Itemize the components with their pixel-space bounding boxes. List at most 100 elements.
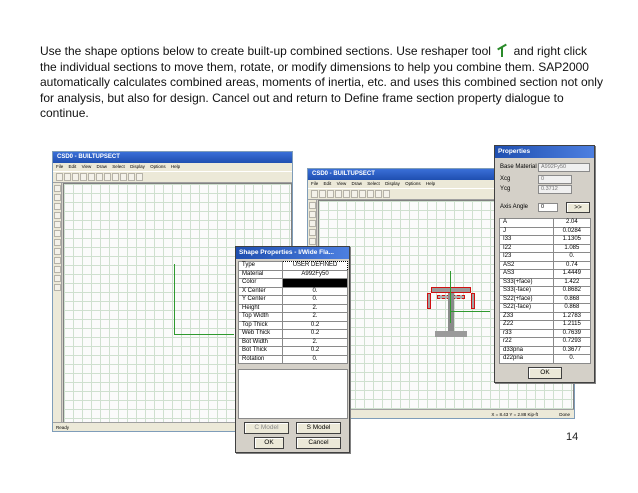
shape-prop-value[interactable]: 0. xyxy=(282,286,348,296)
section-prop-value[interactable]: 0.8682 xyxy=(552,286,592,296)
r-menu-options[interactable]: Options xyxy=(405,181,421,186)
r-menu-view[interactable]: View xyxy=(337,181,347,186)
refresh-icon[interactable] xyxy=(128,173,135,181)
draw-point-icon[interactable] xyxy=(54,248,61,255)
r-new-icon[interactable] xyxy=(311,190,318,198)
r-draw-poly-icon[interactable] xyxy=(309,229,316,236)
right-x-axis xyxy=(450,311,490,312)
r-open-icon[interactable] xyxy=(319,190,326,198)
smodel-button[interactable]: S Model xyxy=(296,422,341,434)
r-menu-display[interactable]: Display xyxy=(385,181,400,186)
section-prop-value[interactable]: 0.868 xyxy=(552,294,592,304)
r-menu-draw[interactable]: Draw xyxy=(352,181,363,186)
ok-button[interactable]: OK xyxy=(254,437,284,449)
draw-line-icon[interactable] xyxy=(54,230,61,237)
section-prop-value[interactable]: 0. xyxy=(552,252,592,262)
base-material-select[interactable]: A992Fy50 xyxy=(538,163,590,172)
open-icon[interactable] xyxy=(64,173,71,181)
select-all-icon[interactable] xyxy=(54,275,61,282)
r-menu-edit[interactable]: Edit xyxy=(324,181,332,186)
r-pointer-icon[interactable] xyxy=(309,202,316,209)
menu-select[interactable]: Select xyxy=(112,164,125,169)
section-prop-row: I23 0. xyxy=(499,252,592,262)
pointer-icon[interactable] xyxy=(54,185,61,192)
reshaper-icon[interactable] xyxy=(54,194,61,201)
snap-icon[interactable] xyxy=(54,266,61,273)
r-pan-icon[interactable] xyxy=(367,190,374,198)
shape-prop-value[interactable]: 0.2 xyxy=(282,320,348,330)
section-prop-value[interactable]: 0.3677 xyxy=(552,345,592,355)
shape-prop-color-swatch[interactable] xyxy=(282,278,348,288)
section-prop-value[interactable]: 2.04 xyxy=(552,218,592,228)
xcg-field[interactable]: 0 xyxy=(538,175,572,184)
r-draw-rect-icon[interactable] xyxy=(309,220,316,227)
save-icon[interactable] xyxy=(72,173,79,181)
section-prop-value[interactable]: 0. xyxy=(552,354,592,364)
r-menu-file[interactable]: File xyxy=(311,181,318,186)
draw-poly-icon[interactable] xyxy=(54,212,61,219)
section-prop-value[interactable]: 0.0284 xyxy=(552,226,592,236)
cmodel-button[interactable]: C Model xyxy=(244,422,289,434)
r-zoom-icon[interactable] xyxy=(343,190,350,198)
shape-prop-value[interactable]: 0.2 xyxy=(282,346,348,356)
left-status-ready: Ready xyxy=(56,425,70,430)
draw-rect-icon[interactable] xyxy=(54,203,61,210)
shape-prop-value[interactable]: 2. xyxy=(282,303,348,313)
r-undo-icon[interactable] xyxy=(335,190,342,198)
grid-icon[interactable] xyxy=(136,173,143,181)
menu-draw[interactable]: Draw xyxy=(97,164,108,169)
align-icon[interactable] xyxy=(54,257,61,264)
section-prop-value[interactable]: 1.422 xyxy=(552,277,592,287)
new-icon[interactable] xyxy=(56,173,63,181)
section-prop-value[interactable]: 0.74 xyxy=(552,260,592,270)
section-prop-value[interactable]: 1.2783 xyxy=(552,311,592,321)
section-prop-value[interactable]: 1.1305 xyxy=(552,235,592,245)
expand-button[interactable]: >> xyxy=(566,202,590,213)
shape-prop-value[interactable]: 2. xyxy=(282,337,348,347)
r-grid-icon[interactable] xyxy=(383,190,390,198)
shape-prop-value[interactable]: A992Fy50 xyxy=(282,269,348,279)
properties-ok-button[interactable]: OK xyxy=(528,367,562,379)
section-prop-value[interactable]: 0.868 xyxy=(552,303,592,313)
section-prop-value[interactable]: 1.085 xyxy=(552,243,592,253)
menu-help[interactable]: Help xyxy=(171,164,180,169)
shape-prop-value[interactable]: USER DEFINED xyxy=(282,261,348,271)
menu-display[interactable]: Display xyxy=(130,164,145,169)
shape-prop-value[interactable]: 2. xyxy=(282,312,348,322)
section-prop-value[interactable]: 1.4449 xyxy=(552,269,592,279)
shape-prop-value[interactable]: 0.2 xyxy=(282,329,348,339)
r-draw-circle-icon[interactable] xyxy=(309,238,316,245)
r-refresh-icon[interactable] xyxy=(375,190,382,198)
r-save-icon[interactable] xyxy=(327,190,334,198)
section-prop-value[interactable]: 0.7293 xyxy=(552,337,592,347)
menu-edit[interactable]: Edit xyxy=(69,164,77,169)
ycg-field[interactable]: 0.3712 xyxy=(538,185,572,194)
clear-icon[interactable] xyxy=(54,284,61,291)
menu-file[interactable]: File xyxy=(56,164,63,169)
r-zoom-out-icon[interactable] xyxy=(359,190,366,198)
section-prop-row: A 2.04 xyxy=(499,218,592,228)
reshaper-tool-icon xyxy=(495,45,509,57)
section-prop-value[interactable]: 0.7639 xyxy=(552,328,592,338)
shape-prop-value[interactable]: 0. xyxy=(282,295,348,305)
r-menu-select[interactable]: Select xyxy=(367,181,380,186)
zoom-window-icon[interactable] xyxy=(96,173,103,181)
r-zoom-in-icon[interactable] xyxy=(351,190,358,198)
pan-icon[interactable] xyxy=(120,173,127,181)
i-section-shape[interactable] xyxy=(427,287,475,337)
zoom-out-icon[interactable] xyxy=(112,173,119,181)
redo-icon[interactable] xyxy=(88,173,95,181)
r-reshaper-icon[interactable] xyxy=(309,211,316,218)
r-menu-help[interactable]: Help xyxy=(426,181,435,186)
axis-angle-field[interactable]: 0 xyxy=(538,203,558,212)
undo-icon[interactable] xyxy=(80,173,87,181)
menu-view[interactable]: View xyxy=(82,164,92,169)
menu-options[interactable]: Options xyxy=(150,164,166,169)
zoom-in-icon[interactable] xyxy=(104,173,111,181)
section-prop-value[interactable]: 1.2115 xyxy=(552,320,592,330)
shape-prop-value[interactable]: 0. xyxy=(282,354,348,364)
cancel-button[interactable]: Cancel xyxy=(296,437,341,449)
draw-circle-icon[interactable] xyxy=(54,221,61,228)
draw-rebar-icon[interactable] xyxy=(54,239,61,246)
shape-prop-label: Bot Width xyxy=(237,337,284,347)
